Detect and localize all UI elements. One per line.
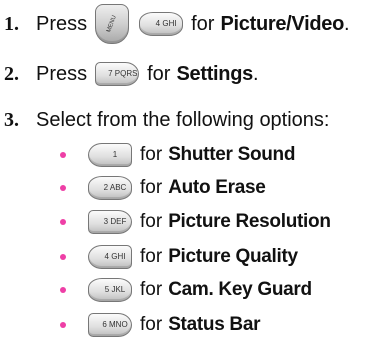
step-2: 2. Press 7 PQRS for Settings . [4, 56, 259, 92]
step-3: 3. Select from the following options: [4, 102, 330, 138]
step-text: Select from the following options: [36, 108, 330, 131]
key-5-icon: 5 JKL [88, 278, 132, 302]
bullet-icon [60, 152, 66, 158]
bullet-icon [60, 322, 66, 328]
bullet-icon [60, 287, 66, 293]
key-1-icon: 1 [88, 143, 132, 167]
for-text: for [140, 314, 163, 335]
option-label: Shutter Sound [168, 144, 296, 165]
step-target: Picture/Video [220, 12, 345, 35]
list-item: 2 ABC for Auto Erase [60, 173, 266, 203]
press-text: Press [36, 12, 88, 35]
for-text: for [140, 279, 163, 300]
key-4-icon: 4 GHI [88, 245, 132, 269]
step-end: . [344, 12, 350, 35]
step-target: Settings [176, 62, 253, 85]
step-number: 2. [4, 62, 19, 85]
list-item: 3 DEF for Picture Resolution [60, 207, 331, 237]
step-number: 3. [4, 108, 19, 131]
list-item: 1 for Shutter Sound [60, 140, 295, 170]
step-number: 1. [4, 12, 19, 35]
key-3-icon: 3 DEF [88, 210, 132, 234]
option-label: Picture Quality [168, 246, 298, 267]
bullet-icon [60, 219, 66, 225]
key-6-icon: 6 MNO [88, 313, 132, 337]
key-4-icon: 4 GHI [139, 12, 184, 36]
for-text: for [140, 144, 163, 165]
step-end: . [252, 62, 259, 85]
key-7-icon: 7 PQRS [95, 62, 140, 86]
option-label: Cam. Key Guard [168, 279, 312, 300]
for-text: for [147, 62, 171, 85]
menu-ok-key-icon: MENU [95, 4, 130, 44]
for-text: for [140, 177, 163, 198]
for-text: for [191, 12, 215, 35]
list-item: 6 MNO for Status Bar [60, 310, 261, 340]
option-label: Status Bar [168, 314, 261, 335]
option-label: Auto Erase [168, 177, 266, 198]
for-text: for [140, 211, 163, 232]
option-label: Picture Resolution [168, 211, 331, 232]
key-2-icon: 2 ABC [88, 176, 132, 200]
bullet-icon [60, 185, 66, 191]
bullet-icon [60, 254, 66, 260]
list-item: 4 GHI for Picture Quality [60, 242, 298, 272]
step-1: 1. Press MENU 4 GHI for Picture/Video . [4, 4, 350, 44]
press-text: Press [36, 62, 88, 85]
list-item: 5 JKL for Cam. Key Guard [60, 275, 312, 305]
for-text: for [140, 246, 163, 267]
